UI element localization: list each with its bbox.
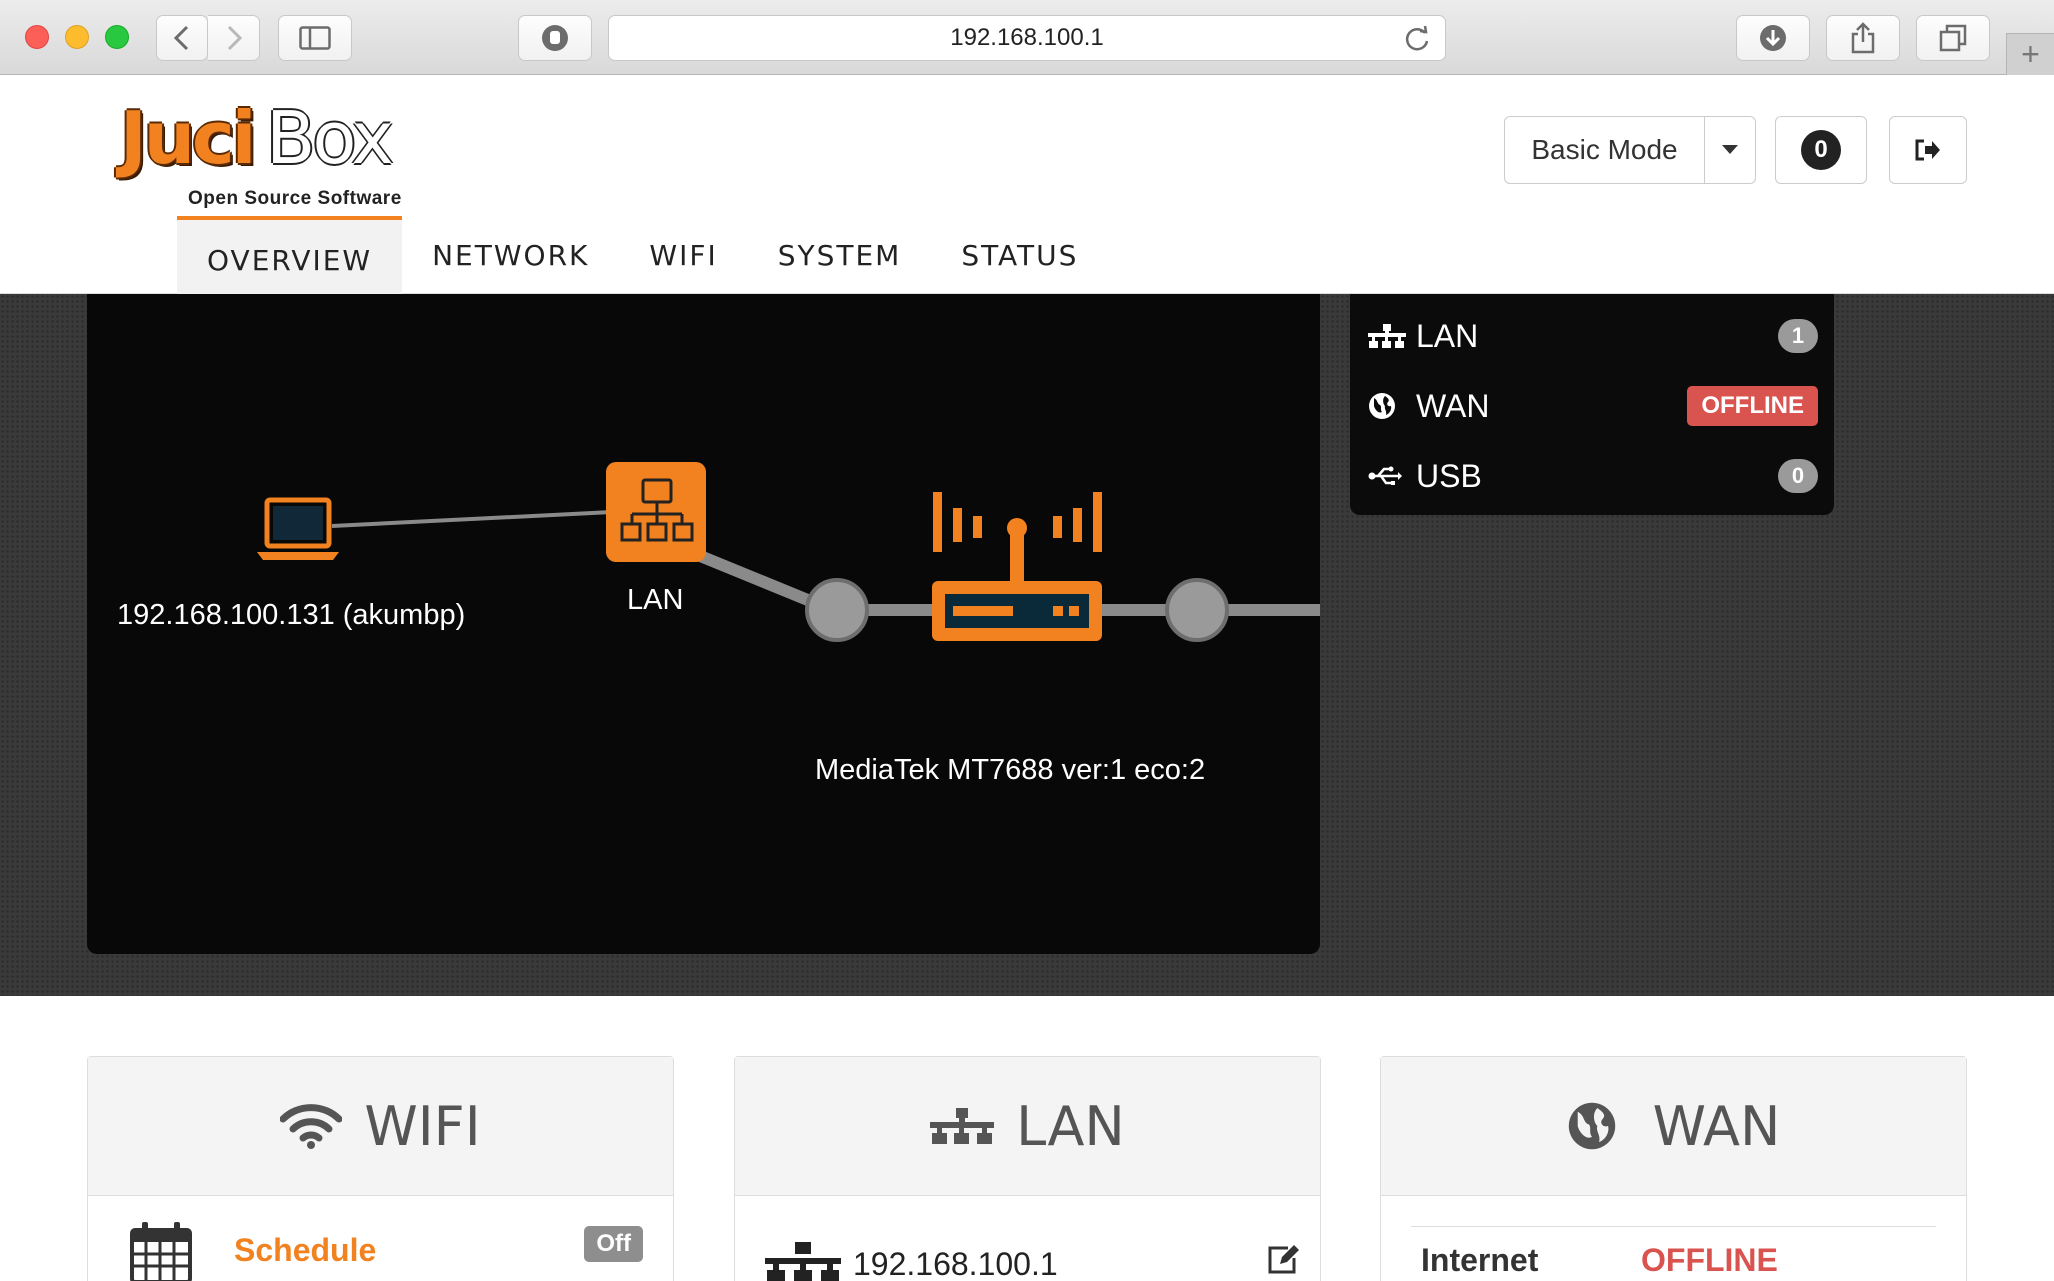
address-bar[interactable]: 192.168.100.1 [608, 15, 1446, 61]
laptop-icon[interactable] [257, 497, 339, 560]
tab-overview[interactable]: OVERVIEW [177, 216, 403, 294]
caret-down-icon[interactable] [1705, 117, 1755, 183]
client-label[interactable]: 192.168.100.131 (akumbp) [117, 599, 465, 632]
forward-button[interactable] [208, 15, 260, 61]
globe-icon [1568, 1102, 1615, 1150]
address-text: 192.168.100.1 [950, 24, 1104, 51]
mode-selector[interactable]: Basic Mode [1504, 116, 1756, 184]
wan-widget-body: Internet OFFLINE [1381, 1196, 1966, 1281]
junction-node [1165, 578, 1229, 642]
interface-name-wan: WAN [1416, 387, 1490, 424]
usb-count-badge: 0 [1778, 459, 1818, 493]
sidebar-icon [299, 26, 331, 50]
new-tab-button[interactable]: + [2006, 33, 2054, 75]
network-map-panel: 192.168.100.131 (akumbp) LAN MediaTek MT… [87, 294, 1320, 954]
globe-icon [1368, 392, 1416, 420]
wifi-widget-title: WIFI [364, 1094, 481, 1158]
zoom-window-button[interactable] [105, 25, 129, 49]
wifi-icon [280, 1104, 343, 1149]
interface-row-wan[interactable]: WAN OFFLINE [1368, 376, 1818, 436]
share-icon [1851, 22, 1875, 54]
chevron-left-icon [173, 25, 189, 51]
lan-ip-address: 192.168.100.1 [853, 1246, 1058, 1281]
usb-icon [1368, 466, 1416, 486]
lan-widget-header[interactable]: LAN [735, 1057, 1320, 1196]
tab-wifi[interactable]: WIFI [619, 216, 747, 294]
chevron-right-icon [227, 25, 242, 51]
interface-name-lan: LAN [1416, 317, 1479, 354]
lan-icon [1368, 324, 1416, 348]
schedule-label[interactable]: Schedule [234, 1232, 376, 1269]
tab-system[interactable]: SYSTEM [748, 216, 932, 294]
lan-icon [930, 1108, 995, 1144]
back-button[interactable] [156, 15, 208, 61]
wan-status-badge: OFFLINE [1687, 386, 1818, 426]
hand-shield-icon [542, 25, 568, 51]
reload-icon[interactable] [1403, 25, 1431, 60]
downloads-button[interactable] [1736, 15, 1810, 61]
minimize-window-button[interactable] [65, 25, 89, 49]
tabs-icon [1939, 24, 1967, 52]
client-lan-link [331, 510, 613, 528]
lan-count-badge: 1 [1778, 319, 1818, 353]
wan-widget-header[interactable]: WAN [1381, 1057, 1966, 1196]
mode-label[interactable]: Basic Mode [1505, 117, 1705, 183]
lan-port-icon [765, 1242, 841, 1281]
logo-juci-text: Juci [120, 96, 256, 180]
calendar-icon [130, 1222, 192, 1281]
app-header: Juci Box Open Source Software Basic Mode… [0, 76, 2054, 294]
router-icon[interactable] [932, 492, 1102, 641]
edit-icon[interactable] [1266, 1244, 1300, 1276]
download-icon [1760, 25, 1786, 51]
logout-icon [1915, 139, 1940, 161]
close-window-button[interactable] [25, 25, 49, 49]
overview-section: 192.168.100.131 (akumbp) LAN MediaTek MT… [0, 294, 2054, 996]
lan-node-icon[interactable] [606, 462, 706, 562]
notification-count-badge: 0 [1801, 130, 1841, 170]
interface-row-lan[interactable]: LAN 1 [1368, 306, 1818, 366]
interface-row-usb[interactable]: USB 0 [1368, 446, 1818, 506]
logo-subtitle: Open Source Software [188, 188, 402, 209]
lan-widget: LAN 192.168.100.1 [734, 1056, 1321, 1281]
lan-widget-body: 192.168.100.1 [735, 1196, 1320, 1281]
interface-name-usb: USB [1416, 457, 1482, 494]
sidebar-toggle-button[interactable] [278, 15, 352, 61]
lan-widget-title: LAN [1016, 1094, 1125, 1158]
logout-button[interactable] [1889, 116, 1967, 184]
schedule-state-badge[interactable]: Off [584, 1226, 643, 1262]
main-nav: OVERVIEW NETWORK WIFI SYSTEM STATUS [177, 216, 1108, 294]
tab-status[interactable]: STATUS [931, 216, 1108, 294]
tab-overview-button[interactable] [1916, 15, 1990, 61]
internet-status: OFFLINE [1641, 1242, 1778, 1278]
wifi-widget: WIFI Schedule Off [87, 1056, 674, 1281]
router-label[interactable]: MediaTek MT7688 ver:1 eco:2 [815, 754, 1205, 787]
share-button[interactable] [1826, 15, 1900, 61]
browser-toolbar: 192.168.100.1 + [0, 0, 2054, 75]
wan-divider [1411, 1226, 1936, 1227]
internet-label: Internet [1421, 1242, 1539, 1278]
wan-widget: WAN Internet OFFLINE [1380, 1056, 1967, 1281]
privacy-button[interactable] [518, 15, 592, 61]
wifi-widget-body: Schedule Off [88, 1196, 673, 1281]
jucibox-logo[interactable]: Juci Box Open Source Software [120, 96, 420, 209]
lan-node-label[interactable]: LAN [627, 584, 683, 617]
logo-box-text: Box [266, 96, 394, 180]
wifi-widget-header[interactable]: WIFI [88, 1057, 673, 1196]
wan-widget-title: WAN [1652, 1094, 1781, 1158]
junction-node [805, 578, 869, 642]
tab-network[interactable]: NETWORK [402, 216, 619, 294]
interfaces-panel: LAN 1 WAN OFFLINE USB 0 [1350, 294, 1834, 515]
notifications-button[interactable]: 0 [1775, 116, 1867, 184]
